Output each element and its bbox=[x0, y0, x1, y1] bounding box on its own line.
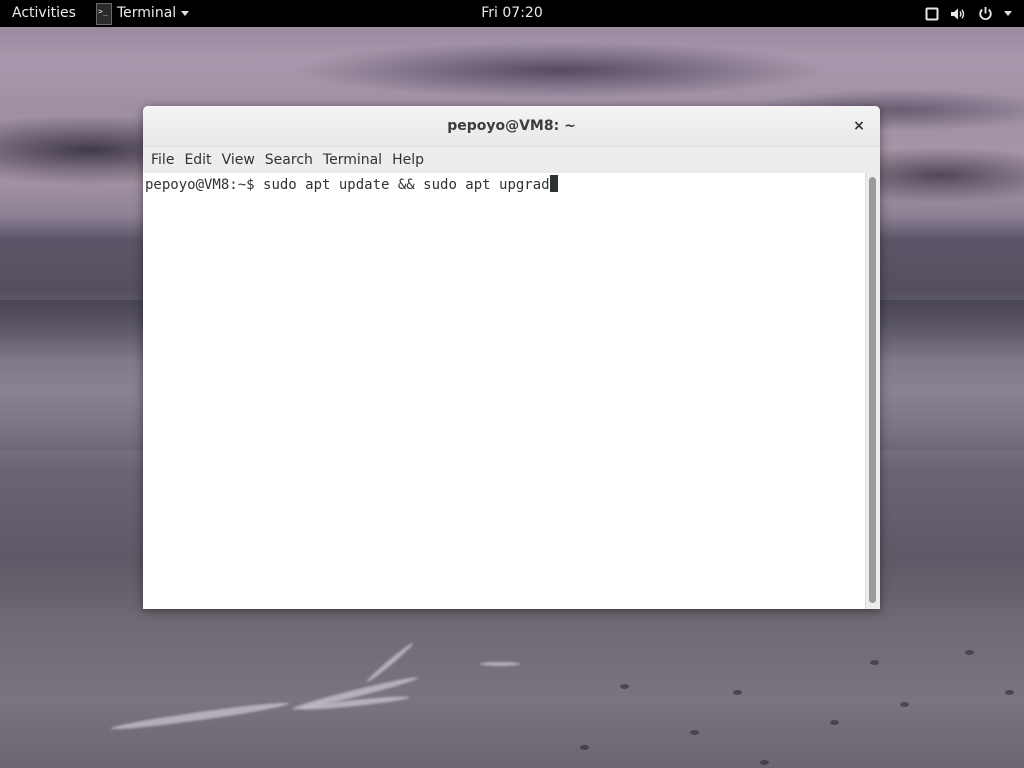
menu-file[interactable]: File bbox=[146, 152, 179, 168]
wallpaper-footprint bbox=[965, 650, 974, 655]
menu-bar: File Edit View Search Terminal Help bbox=[143, 147, 880, 173]
wallpaper-footprint bbox=[733, 690, 742, 695]
top-bar: Activities Terminal Fri 07:20 bbox=[0, 0, 1024, 27]
vertical-scrollbar[interactable] bbox=[865, 173, 880, 609]
clock-button[interactable]: Fri 07:20 bbox=[481, 5, 542, 21]
wallpaper-footprint bbox=[690, 730, 699, 735]
wallpaper-footprint bbox=[870, 660, 879, 665]
power-icon[interactable] bbox=[978, 6, 993, 21]
chevron-down-icon bbox=[181, 11, 190, 16]
terminal-output[interactable]: pepoyo@VM8:~$ sudo apt update && sudo ap… bbox=[143, 173, 865, 609]
menu-help[interactable]: Help bbox=[387, 152, 429, 168]
wallpaper-footprint bbox=[760, 760, 769, 765]
wallpaper-footprint bbox=[1005, 690, 1014, 695]
typed-command: sudo apt update && sudo apt upgrad bbox=[263, 177, 550, 193]
system-tray[interactable] bbox=[925, 0, 1012, 27]
shell-prompt: pepoyo@VM8:~$ bbox=[145, 177, 264, 193]
wallpaper-footprint bbox=[620, 684, 629, 689]
menu-terminal[interactable]: Terminal bbox=[318, 152, 387, 168]
window-title: pepoyo@VM8: ~ bbox=[447, 118, 576, 134]
volume-icon[interactable] bbox=[950, 7, 967, 21]
app-menu-label: Terminal bbox=[117, 5, 177, 21]
wallpaper-wave bbox=[110, 699, 290, 733]
menu-search[interactable]: Search bbox=[260, 152, 318, 168]
window-titlebar[interactable]: pepoyo@VM8: ~ × bbox=[143, 106, 880, 147]
wallpaper-wave bbox=[480, 662, 520, 666]
screen-icon[interactable] bbox=[925, 7, 939, 21]
chevron-down-icon[interactable] bbox=[1004, 11, 1012, 16]
app-menu-button[interactable]: Terminal bbox=[96, 0, 190, 27]
terminal-app-icon bbox=[96, 0, 112, 25]
terminal-window: pepoyo@VM8: ~ × File Edit View Search Te… bbox=[143, 106, 880, 609]
wallpaper-footprint bbox=[900, 702, 909, 707]
menu-view[interactable]: View bbox=[217, 152, 260, 168]
text-cursor bbox=[549, 175, 558, 192]
wallpaper-footprint bbox=[580, 745, 589, 750]
scrollbar-thumb[interactable] bbox=[869, 177, 876, 603]
activities-button[interactable]: Activities bbox=[12, 0, 76, 27]
wallpaper-footprint bbox=[830, 720, 839, 725]
close-button[interactable]: × bbox=[851, 118, 867, 134]
command-line: pepoyo@VM8:~$ sudo apt update && sudo ap… bbox=[145, 175, 558, 194]
menu-edit[interactable]: Edit bbox=[179, 152, 216, 168]
